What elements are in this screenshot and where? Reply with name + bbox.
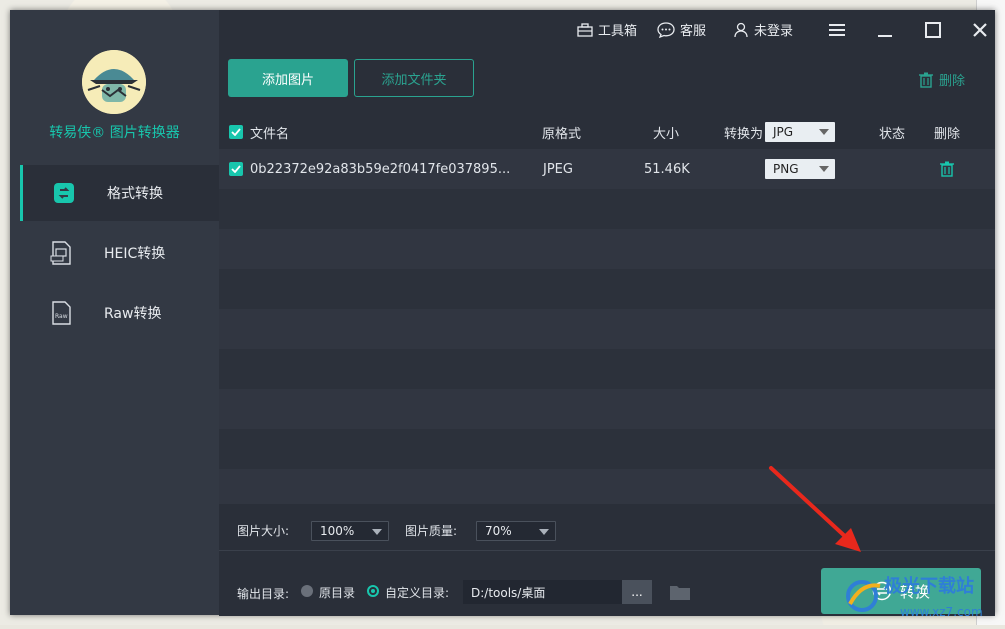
watermark-url: www.xz7.com <box>900 605 983 619</box>
support-button[interactable]: 客服 <box>657 20 706 39</box>
row-filename: 0b22372e92a83b59e2f0417fe037895... <box>250 161 511 177</box>
original-dir-label: 原目录 <box>319 586 356 600</box>
maximize-icon <box>925 22 941 38</box>
sidebar-item-heic[interactable]: HEIC转换 <box>20 225 219 281</box>
empty-row <box>219 349 995 389</box>
maximize-button[interactable] <box>921 18 945 42</box>
options-bar: 图片大小: 100% 图片质量: 70% <box>219 510 995 550</box>
table-row[interactable]: 0b22372e92a83b59e2f0417fe037895... JPEG … <box>219 149 995 189</box>
header-convert-to: 转换为 <box>724 126 764 142</box>
custom-dir-radio[interactable] <box>367 585 379 597</box>
delete-all-button[interactable]: 删除 <box>918 70 965 89</box>
global-format-select[interactable]: JPG <box>765 115 835 149</box>
toolbox-icon <box>577 22 593 37</box>
red-arrow-annotation <box>769 466 861 552</box>
svg-text:Raw: Raw <box>55 313 68 320</box>
chat-icon <box>657 21 675 38</box>
open-folder-button[interactable] <box>669 583 691 605</box>
app-logo <box>82 50 146 114</box>
custom-dir-label: 自定义目录: <box>385 586 450 600</box>
sidebar-item-label: Raw转换 <box>104 306 162 322</box>
app-title: 转易侠® 图片转换器 <box>49 125 180 141</box>
user-icon <box>734 22 748 37</box>
image-size-select[interactable]: 100% <box>311 521 389 541</box>
minimize-icon <box>878 35 892 37</box>
header-delete: 删除 <box>934 126 961 142</box>
empty-row <box>219 269 995 309</box>
image-size-value: 100% <box>320 524 355 538</box>
close-icon <box>973 23 987 37</box>
format-convert-icon <box>53 182 75 204</box>
row-size: 51.46K <box>644 161 690 177</box>
header-original-format: 原格式 <box>542 126 582 142</box>
sidebar-item-label: 格式转换 <box>107 186 163 202</box>
delete-all-label: 删除 <box>938 74 965 89</box>
toolbox-label: 工具箱 <box>598 24 638 39</box>
image-size-label: 图片大小: <box>237 524 290 538</box>
select-all-checkbox[interactable] <box>229 115 243 149</box>
add-image-button[interactable]: 添加图片 <box>228 59 348 97</box>
output-path-field[interactable]: D:/tools/桌面 <box>463 580 623 604</box>
empty-row <box>219 309 995 349</box>
global-format-value: JPG <box>773 125 794 139</box>
empty-row <box>219 389 995 429</box>
support-label: 客服 <box>680 24 707 39</box>
empty-row <box>219 469 995 504</box>
sidebar-item-format-convert[interactable]: 格式转换 <box>20 165 222 221</box>
quality-label: 图片质量: <box>405 524 458 538</box>
empty-row <box>219 189 995 229</box>
hamburger-icon <box>829 24 845 36</box>
sidebar-item-label: HEIC转换 <box>104 246 166 262</box>
add-folder-button[interactable]: 添加文件夹 <box>354 59 474 97</box>
site-watermark: 极光下载站 www.xz7.com <box>840 568 1005 625</box>
raw-file-icon: Raw <box>50 301 72 325</box>
row-format: JPEG <box>543 161 573 177</box>
header-size: 大小 <box>653 126 680 142</box>
row-target-format-select[interactable]: PNG <box>765 149 835 189</box>
minimize-button[interactable] <box>873 18 897 42</box>
heic-file-icon <box>50 241 72 265</box>
file-table: 文件名 原格式 大小 转换为 JPG 状态 删除 0b22372e92a83b5… <box>219 115 995 504</box>
watermark-text: 极光下载站 <box>884 575 974 597</box>
table-header: 文件名 原格式 大小 转换为 JPG 状态 删除 <box>219 115 995 149</box>
row-target-format-value: PNG <box>773 162 799 176</box>
menu-button[interactable] <box>825 18 849 42</box>
row-delete-button[interactable] <box>940 149 954 189</box>
original-dir-radio[interactable] <box>301 585 313 597</box>
empty-row <box>219 229 995 269</box>
folder-icon <box>670 586 690 600</box>
header-status: 状态 <box>879 126 906 142</box>
close-button[interactable] <box>968 18 992 42</box>
login-button[interactable]: 未登录 <box>733 20 793 39</box>
trash-icon <box>940 161 954 177</box>
login-label: 未登录 <box>754 24 794 39</box>
browse-button[interactable]: ... <box>622 580 652 604</box>
sidebar: 转易侠® 图片转换器 格式转换 HEIC转换 Raw Raw转换 <box>10 10 222 615</box>
row-checkbox[interactable] <box>229 149 243 189</box>
toolbox-button[interactable]: 工具箱 <box>577 20 637 39</box>
sidebar-item-raw[interactable]: Raw Raw转换 <box>20 285 219 341</box>
output-dir-label: 输出目录: <box>237 587 290 601</box>
quality-value: 70% <box>485 524 512 538</box>
empty-row <box>219 429 995 469</box>
title-bar: 工具箱 客服 未登录 <box>219 10 995 50</box>
trash-icon <box>918 72 933 88</box>
header-filename: 文件名 <box>250 126 290 142</box>
quality-select[interactable]: 70% <box>476 521 556 541</box>
